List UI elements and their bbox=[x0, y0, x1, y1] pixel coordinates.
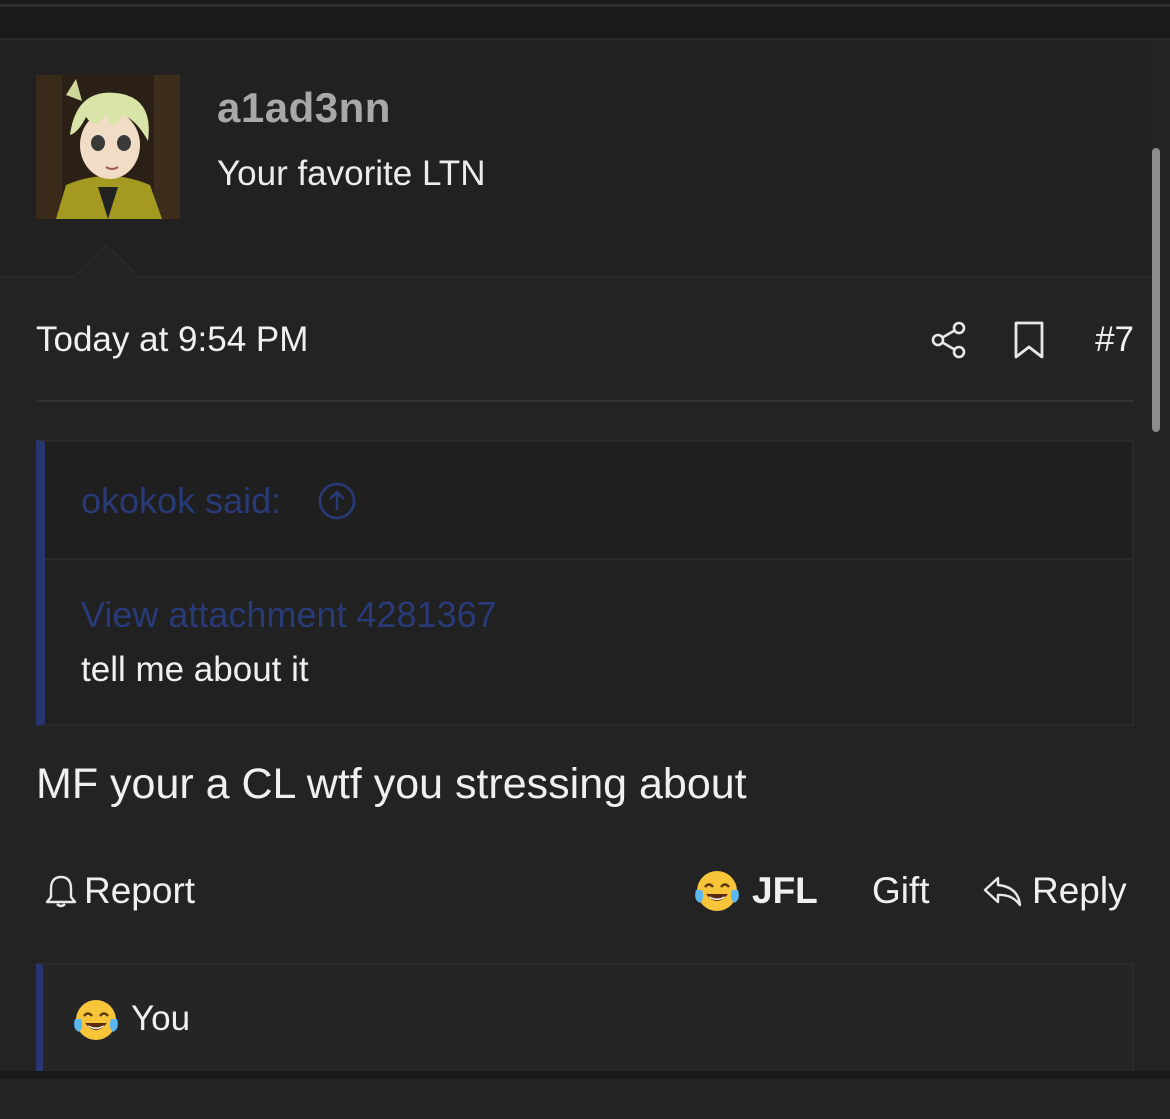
reply-button[interactable]: Reply bbox=[982, 864, 1127, 918]
face-with-tears-of-joy-emoji bbox=[73, 997, 119, 1043]
bookmark-icon[interactable] bbox=[1011, 320, 1047, 360]
bottom-edge bbox=[0, 1071, 1170, 1079]
user-title: Your favorite LTN bbox=[217, 154, 486, 193]
arrow-up-circle-icon[interactable] bbox=[317, 481, 357, 521]
share-icon[interactable] bbox=[929, 320, 969, 360]
quote-block: okokok said: View attachment 4281367 tel… bbox=[36, 440, 1134, 726]
reactions-summary[interactable]: You bbox=[36, 963, 1134, 1077]
report-label: Report bbox=[84, 870, 196, 911]
header-pointer bbox=[74, 246, 138, 278]
post-meta-row: Today at 9:54 PM #7 bbox=[36, 316, 1134, 364]
post-timestamp[interactable]: Today at 9:54 PM bbox=[36, 320, 308, 360]
bell-icon bbox=[45, 875, 77, 908]
post-message: MF your a CL wtf you stressing about bbox=[36, 760, 747, 808]
reply-label: Reply bbox=[1032, 870, 1127, 911]
forum-post: a1ad3nn Your favorite LTN Today at 9:54 … bbox=[0, 40, 1170, 1119]
avatar-image bbox=[36, 75, 180, 219]
post-username[interactable]: a1ad3nn bbox=[217, 84, 391, 132]
quote-author-link[interactable]: okokok said: bbox=[81, 480, 281, 522]
scrollbar[interactable] bbox=[1152, 148, 1160, 432]
gift-label: Gift bbox=[872, 870, 930, 911]
reaction-label: JFL bbox=[752, 870, 818, 911]
post-actions: Report JFL Gift Reply bbox=[36, 864, 1134, 918]
top-bar bbox=[0, 0, 1170, 40]
post-number-link[interactable]: #7 bbox=[1095, 320, 1134, 360]
report-button[interactable]: Report bbox=[44, 864, 195, 918]
face-with-tears-of-joy-emoji bbox=[694, 868, 740, 914]
reply-arrow-icon bbox=[983, 876, 1022, 907]
quote-text: tell me about it bbox=[81, 650, 309, 689]
avatar[interactable] bbox=[36, 75, 180, 219]
post-user-header: a1ad3nn Your favorite LTN bbox=[0, 40, 1152, 278]
top-bar-divider bbox=[0, 4, 1170, 7]
attachment-link[interactable]: View attachment 4281367 bbox=[81, 594, 497, 636]
gift-button[interactable]: Gift bbox=[872, 864, 930, 918]
reaction-button[interactable]: JFL bbox=[694, 864, 818, 918]
meta-divider bbox=[36, 400, 1134, 402]
quote-header: okokok said: bbox=[45, 442, 1132, 560]
reactions-summary-text: You bbox=[131, 999, 191, 1038]
